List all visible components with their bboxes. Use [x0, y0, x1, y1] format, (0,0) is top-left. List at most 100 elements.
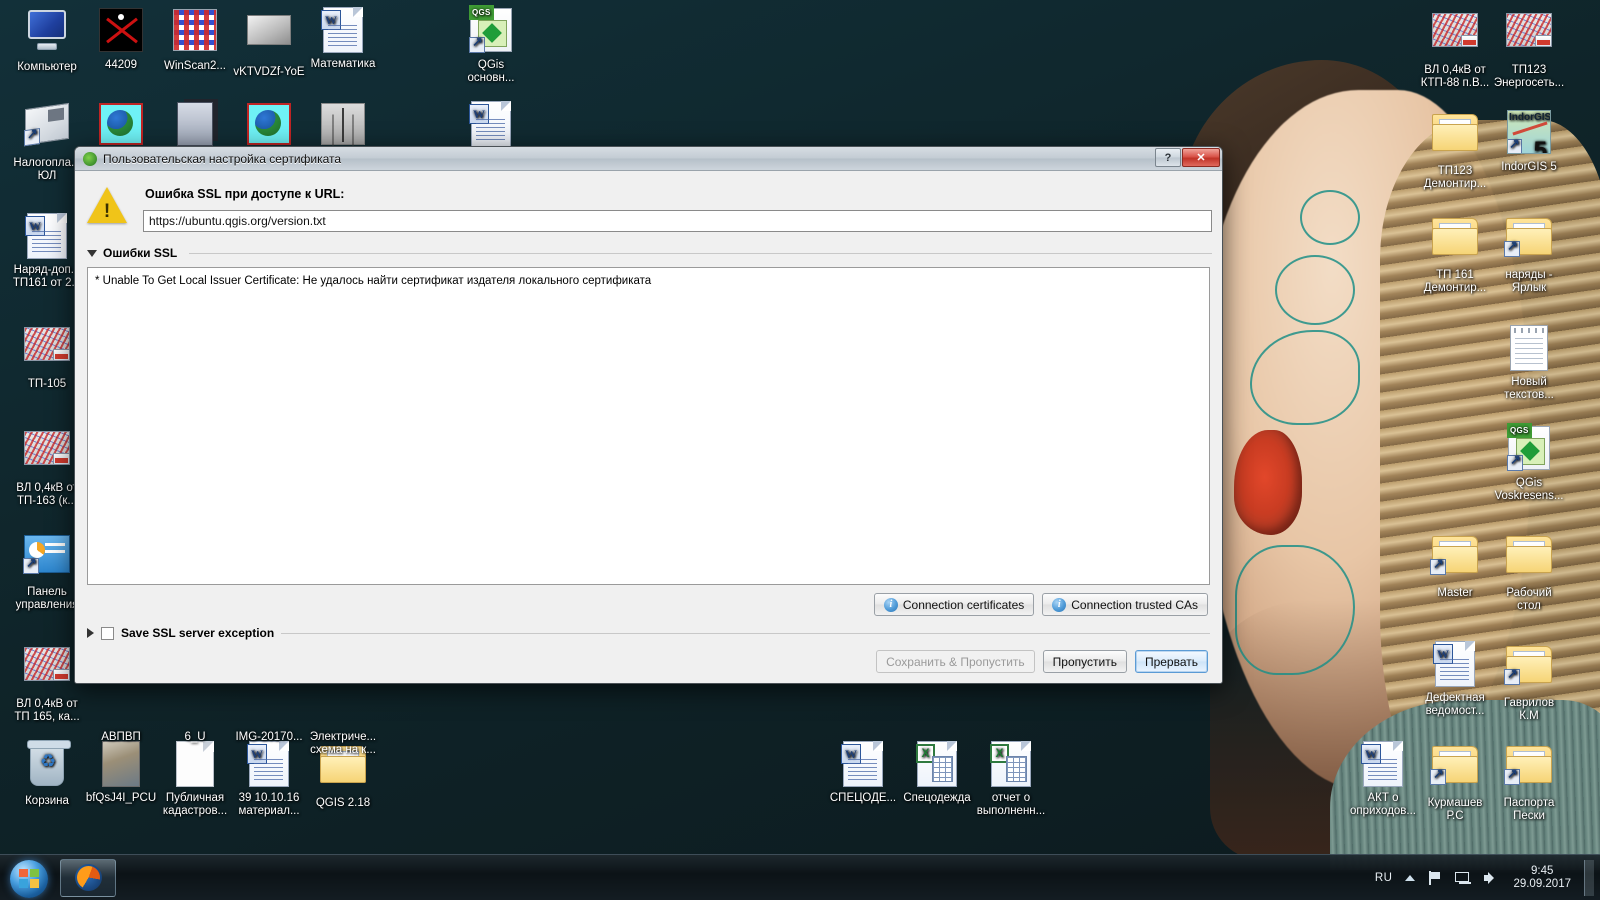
connection-certificates-label: Connection certificates [902, 597, 1025, 612]
taskbar-item-firefox[interactable] [60, 858, 116, 897]
dialog-titlebar[interactable]: Пользовательская настройка сертификата ?… [75, 147, 1222, 171]
chevron-down-icon[interactable] [87, 249, 97, 257]
crossed-figure-icon [99, 8, 143, 52]
volume-speaker-icon[interactable] [1484, 871, 1500, 885]
desktop-icon-glyph [245, 103, 293, 151]
desktop-icon-glyph [1504, 218, 1553, 266]
recycle-bin-icon [27, 740, 71, 786]
ssl-error-item: * Unable To Get Local Issuer Certificate… [95, 275, 652, 287]
ssl-errors-group-header[interactable]: Ошибки SSL [87, 246, 1212, 260]
desktop-icon-elektriche[interactable]: Электриче... схема на к... [300, 680, 386, 757]
chevron-right-icon[interactable] [87, 628, 94, 638]
desktop-icon-glyph [1504, 646, 1553, 694]
desktop-icon-rabochiy-stol[interactable]: Рабочий стол [1486, 530, 1572, 613]
desktop-icon-glyph [23, 327, 71, 375]
desktop-icon-glyph [23, 10, 71, 58]
desktop-icon-label: ТП123 Энергосеть... [1493, 64, 1565, 89]
start-button[interactable] [4, 857, 54, 899]
scanned-paper-icon [247, 15, 291, 45]
desktop-icon-indorgis5[interactable]: IndorGIS5 IndorGIS 5 [1486, 108, 1572, 174]
desktop-icon-label: Паспорта Пески [1503, 797, 1555, 822]
ssl-certificate-dialog[interactable]: Пользовательская настройка сертификата ?… [74, 146, 1223, 684]
desktop-icon-glyph [1505, 536, 1553, 584]
network-icon[interactable] [1455, 871, 1472, 884]
desktop-icon-glyph [1431, 13, 1479, 61]
desktop-icon-glyph [23, 740, 71, 792]
desktop-icon-glyph: W [839, 741, 887, 789]
desktop-icon-tp123-energo[interactable]: ТП123 Энергосеть... [1486, 6, 1572, 90]
desktop-icon-label: Гаврилов К.М [1503, 697, 1555, 722]
desktop-icon-glyph: IndorGIS 5 [1505, 110, 1553, 158]
map-pdf-icon [1506, 13, 1552, 47]
folder-shortcut-icon [1430, 746, 1478, 785]
save-ssl-exception-checkbox[interactable] [101, 626, 114, 640]
save-ssl-exception-label: Save SSL server exception [121, 626, 275, 640]
desktop-icon-label: Электриче... схема на к... [309, 731, 377, 756]
clock[interactable]: 9:45 29.09.2017 [1513, 865, 1571, 891]
close-button[interactable]: ✕ [1182, 148, 1220, 167]
connection-trusted-cas-button[interactable]: i Connection trusted CAs [1042, 593, 1208, 616]
wallpaper-tattoo [1300, 190, 1360, 245]
save-and-skip-button[interactable]: Сохранить & Пропустить [876, 650, 1035, 673]
info-icon: i [883, 597, 898, 612]
group-divider [281, 632, 1210, 634]
desktop-icon-glyph [23, 431, 71, 479]
desktop-icon-matematika[interactable]: W Математика [300, 6, 386, 71]
qgis-project-icon: QGS [469, 5, 512, 53]
folder-shortcut-icon [1430, 536, 1478, 575]
folder-icon [1432, 218, 1478, 255]
folder-shortcut-icon [1504, 218, 1552, 257]
desktop-icon-qgis-voskres[interactable]: QGS QGis Voskresens... [1486, 423, 1572, 503]
desktop-icon-gavrilov[interactable]: Гаврилов К.М [1486, 640, 1572, 723]
help-button[interactable]: ? [1155, 148, 1181, 167]
taskbar[interactable]: RU 9:45 29.09.2017 [0, 854, 1600, 900]
desktop-icon-label: IndorGIS 5 [1501, 161, 1557, 173]
word-document-icon: W [247, 741, 289, 787]
window-buttons[interactable]: ? ✕ [1154, 148, 1220, 167]
word-document-icon: W [1433, 641, 1475, 687]
show-hidden-icons-chevron-up-icon[interactable] [1405, 874, 1416, 881]
url-section: Ошибка SSL при доступе к URL: [129, 181, 1212, 232]
desktop-icon-otchet[interactable]: Xотчет о выполненн... [968, 740, 1054, 818]
connection-certificates-button[interactable]: i Connection certificates [873, 593, 1035, 616]
desktop[interactable]: Компьютер 44209 WinScan2... vKTVDZf-YoE W Мат… [0, 0, 1600, 900]
desktop-icon-glyph: X [913, 741, 961, 789]
action-center-flag-icon[interactable] [1428, 870, 1442, 885]
ssl-error-list[interactable]: * Unable To Get Local Issuer Certificate… [87, 267, 1210, 585]
desktop-icon-glyph [245, 680, 293, 728]
map-pdf-icon [24, 327, 70, 361]
desktop-icon-glyph: W [319, 7, 367, 55]
desktop-icon-pasporta[interactable]: Паспорта Пески [1486, 740, 1572, 823]
desktop-icon-label: отчет о выполненн... [976, 792, 1046, 817]
desktop-icon-glyph [319, 680, 367, 728]
warning-row: ! Ошибка SSL при доступе к URL: [85, 181, 1212, 235]
word-document-icon: W [841, 741, 883, 787]
desktop-icon-label: Рабочий стол [1506, 587, 1552, 612]
dialog-footer[interactable]: Сохранить & Пропустить Пропустить Прерва… [85, 642, 1212, 675]
desktop-icon-label: QGis основн... [467, 59, 515, 84]
desktop-icon-glyph: W [467, 101, 515, 149]
skip-button[interactable]: Пропустить [1042, 650, 1127, 673]
desktop-icon-glyph [23, 535, 71, 583]
abort-button[interactable]: Прервать [1134, 650, 1208, 673]
qgis-icon [83, 151, 97, 166]
desktop-icon-glyph [97, 741, 145, 789]
system-tray[interactable]: RU 9:45 29.09.2017 [1375, 859, 1600, 896]
desktop-icon-glyph: W [23, 213, 71, 261]
dialog-body: ! Ошибка SSL при доступе к URL: Ошибки S… [75, 171, 1222, 683]
desktop-icon-glyph [1431, 114, 1479, 162]
warning-heading: Ошибка SSL при доступе к URL: [145, 187, 345, 201]
indorgis-icon: IndorGIS 5 [1507, 110, 1551, 154]
desktop-icon-qgis-osnovn[interactable]: QGS QGis основн... [448, 5, 534, 85]
language-indicator[interactable]: RU [1375, 872, 1393, 884]
certificate-buttons-row[interactable]: i Connection certificates i Connection t… [85, 593, 1208, 616]
floppy-disk-icon [24, 102, 69, 147]
desktop-icon-novy-tekst[interactable]: Новый текстов... [1486, 324, 1572, 402]
desktop-icon-glyph [1430, 746, 1479, 794]
save-exception-row[interactable]: Save SSL server exception [87, 626, 1210, 640]
show-desktop-button[interactable] [1584, 859, 1594, 896]
folder-icon [1506, 536, 1552, 573]
desktop-icon-naryady[interactable]: наряды - Ярлык [1486, 212, 1572, 295]
url-input[interactable] [143, 210, 1212, 232]
desktop-icon-worddoc-mid[interactable]: W [448, 100, 534, 152]
